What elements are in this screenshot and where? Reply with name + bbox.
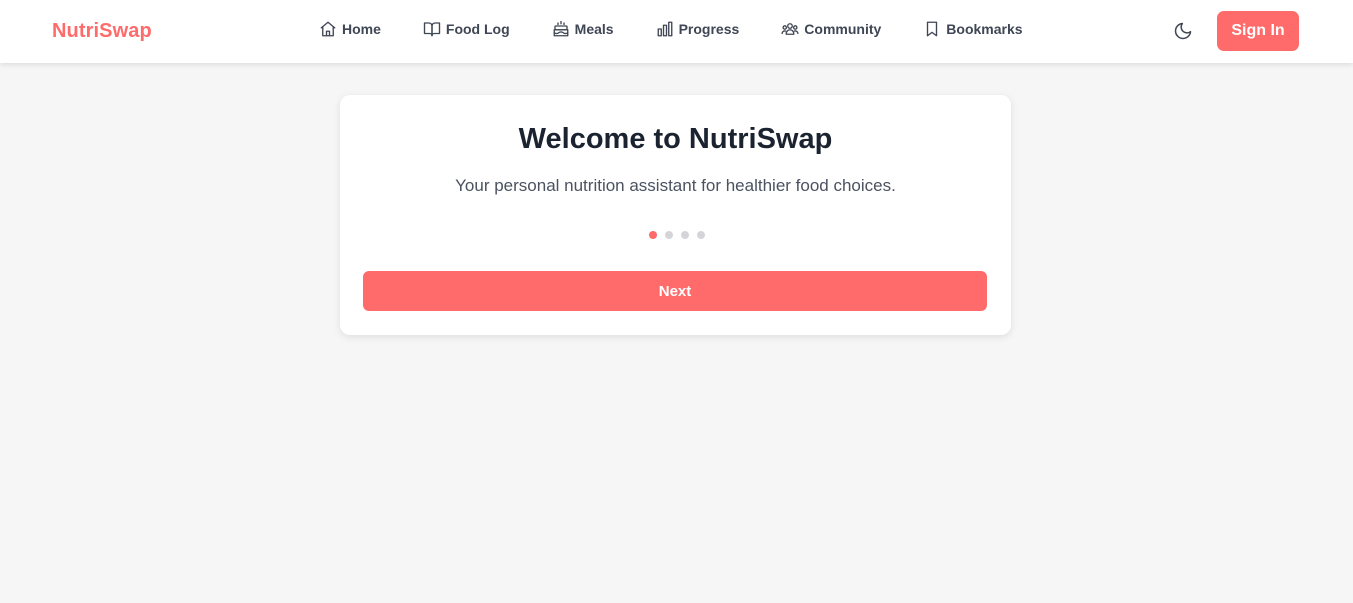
nav-item-food-log[interactable]: Food Log [422, 19, 510, 39]
nav-item-label: Meals [574, 21, 614, 37]
bar-chart-icon [655, 19, 675, 39]
step-dot-4[interactable] [696, 231, 705, 239]
theme-toggle[interactable] [1172, 20, 1194, 42]
next-button[interactable]: Next [363, 271, 987, 311]
nav-item-label: Home [342, 21, 381, 37]
welcome-title: Welcome to NutriSwap [518, 123, 833, 155]
nav-item-progress[interactable]: Progress [655, 19, 740, 39]
nav-item-label: Bookmarks [946, 21, 1023, 37]
nav-item-label: Community [804, 21, 882, 37]
step-dot-3[interactable] [680, 231, 689, 239]
step-indicator [340, 231, 1011, 239]
nav-item-meals[interactable]: Meals [551, 19, 614, 39]
nav-item-label: Progress [678, 21, 740, 37]
home-icon [318, 19, 338, 39]
step-dot-1[interactable] [648, 231, 657, 239]
top-navbar: NutriSwap Home Food Log Meals Progress C… [0, 0, 1353, 63]
step-dot-2[interactable] [664, 231, 673, 239]
nav-item-community[interactable]: Community [780, 19, 881, 39]
users-icon [780, 19, 800, 39]
brand-logo[interactable]: NutriSwap [52, 20, 152, 43]
main-nav: Home Food Log Meals Progress Community B… [318, 19, 1023, 39]
welcome-subtitle: Your personal nutrition assistant for he… [455, 176, 896, 195]
cake-icon [551, 19, 571, 39]
nav-item-home[interactable]: Home [318, 19, 381, 39]
nav-item-bookmarks[interactable]: Bookmarks [922, 19, 1023, 39]
moon-icon [1173, 21, 1193, 41]
sign-in-button[interactable]: Sign In [1217, 11, 1299, 51]
bookmark-icon [922, 19, 942, 39]
welcome-card: Welcome to NutriSwap Your personal nutri… [340, 95, 1011, 335]
book-icon [422, 19, 442, 39]
nav-item-label: Food Log [445, 21, 510, 37]
